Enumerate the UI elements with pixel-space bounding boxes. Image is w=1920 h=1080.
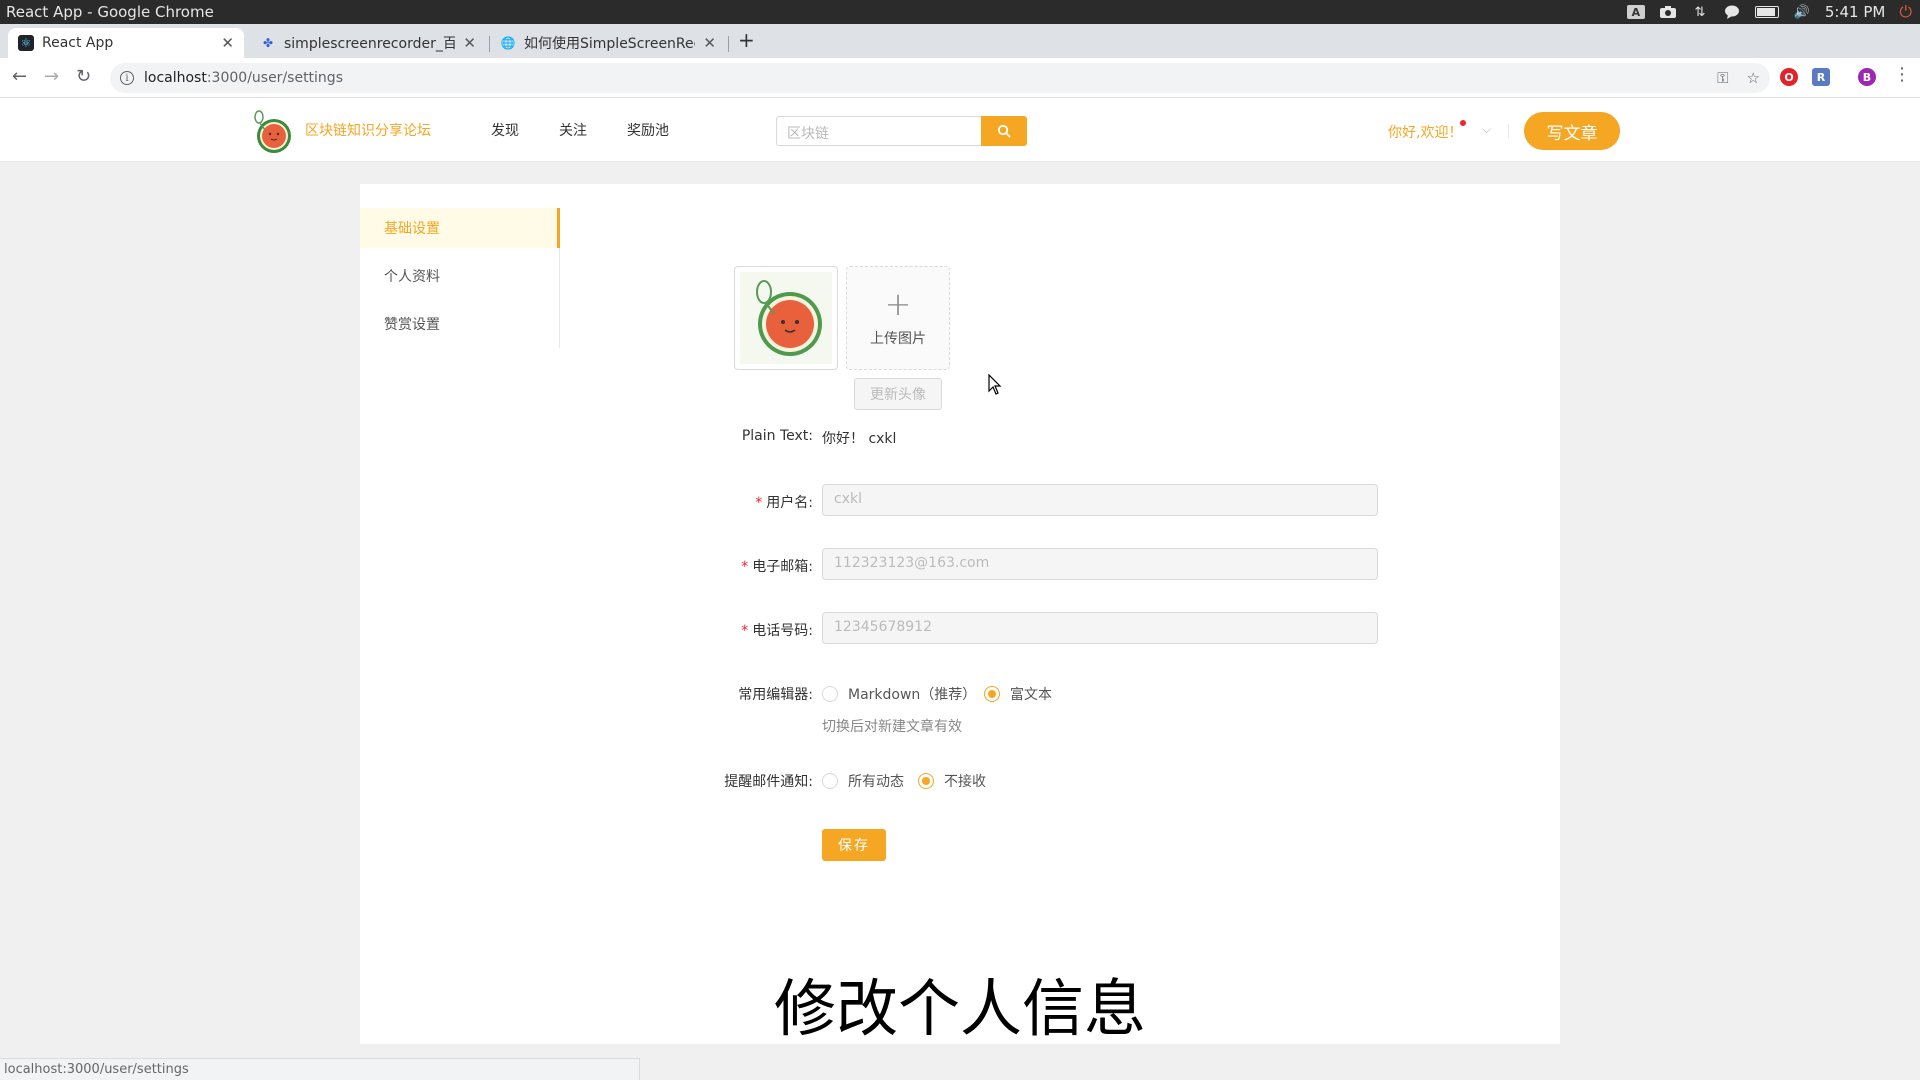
baidu-favicon-icon: ✤ xyxy=(262,36,274,50)
window-title: React App - Google Chrome xyxy=(6,3,214,21)
mouse-cursor-icon xyxy=(988,374,1002,395)
back-arrow-icon[interactable]: ← xyxy=(12,68,27,86)
upload-image-button[interactable]: + 上传图片 xyxy=(846,266,950,370)
header-divider xyxy=(1508,124,1509,138)
sidebar-item-profile[interactable]: 个人资料 xyxy=(360,256,560,296)
user-greeting[interactable]: 你好,欢迎！ xyxy=(1388,122,1462,142)
sidebar-item-basic-settings[interactable]: 基础设置 xyxy=(360,208,560,248)
close-icon[interactable]: ✕ xyxy=(703,34,716,52)
chevron-down-icon[interactable]: ⌵ xyxy=(1482,122,1491,137)
address-bar[interactable]: i localhost:3000/user/settings ⚿ ☆ xyxy=(110,63,1770,93)
info-icon[interactable]: i xyxy=(120,71,134,85)
radio-label: Markdown（推荐） xyxy=(848,687,977,703)
phone-field[interactable]: 12345678912 xyxy=(822,612,1378,644)
editor-radio-markdown[interactable]: Markdown（推荐） xyxy=(822,684,976,704)
notify-radio-all[interactable]: 所有动态 xyxy=(822,771,904,791)
username-label: * 用户名: xyxy=(755,495,813,511)
opera-extension-icon[interactable]: O xyxy=(1780,68,1798,86)
system-tray: A ⇅ 🔊 5:41 PM ⏻ xyxy=(1626,0,1912,24)
tab-title: simplescreenrecorder_百度 xyxy=(284,36,456,52)
reload-icon[interactable]: ↻ xyxy=(76,68,91,86)
browser-status-bar: localhost:3000/user/settings xyxy=(0,1058,640,1080)
power-icon[interactable]: ⏻ xyxy=(1899,2,1912,22)
camera-icon[interactable] xyxy=(1659,5,1677,19)
avatar[interactable] xyxy=(734,266,838,370)
site-name[interactable]: 区块链知识分享论坛 xyxy=(305,120,431,140)
profile-avatar[interactable]: B xyxy=(1858,68,1876,86)
settings-card: 基础设置 个人资料 赞赏设置 + 上传图片 更新头像 Plain Text: 你… xyxy=(360,184,1560,1044)
radio-icon xyxy=(822,773,838,789)
keyboard-layout-icon[interactable]: A xyxy=(1626,5,1645,19)
search-icon xyxy=(997,124,1011,138)
volume-icon[interactable]: 🔊 xyxy=(1793,5,1811,20)
react-favicon-icon: ⚛ xyxy=(18,35,34,51)
key-icon[interactable]: ⚿ xyxy=(1717,69,1728,87)
radio-icon xyxy=(822,686,838,702)
plain-text-label: Plain Text: xyxy=(741,428,813,444)
radio-selected-icon xyxy=(918,773,934,789)
editor-radio-richtext[interactable]: 富文本 xyxy=(984,684,1052,704)
radio-label: 不接收 xyxy=(944,774,986,790)
notify-radio-none[interactable]: 不接收 xyxy=(918,771,986,791)
site-logo[interactable] xyxy=(248,108,296,156)
save-button[interactable]: 保存 xyxy=(822,829,886,861)
forward-arrow-icon[interactable]: → xyxy=(44,68,59,86)
omnibox-actions: ⚿ ☆ xyxy=(1717,69,1760,87)
write-article-button[interactable]: 写文章 xyxy=(1524,112,1620,150)
sidebar-item-reward-settings[interactable]: 赞赏设置 xyxy=(360,304,560,344)
browser-toolbar: ← → ↻ i localhost:3000/user/settings ⚿ ☆… xyxy=(0,58,1920,98)
new-tab-button[interactable]: + xyxy=(738,30,755,50)
tab-title: React App xyxy=(42,35,114,51)
site-header: 区块链知识分享论坛 发现 关注 奖励池 区块链 你好,欢迎！ ⌵ 写文章 xyxy=(0,98,1920,162)
settings-sidebar: 基础设置 个人资料 赞赏设置 xyxy=(360,208,560,348)
tab-title: 如何使用SimpleScreenRec xyxy=(524,36,696,52)
upload-label: 上传图片 xyxy=(870,331,926,347)
notify-label: 提醒邮件通知: xyxy=(724,774,813,790)
nav-follow[interactable]: 关注 xyxy=(559,120,587,140)
chat-icon[interactable] xyxy=(1723,5,1741,19)
nav-discover[interactable]: 发现 xyxy=(491,120,519,140)
tab-separator xyxy=(728,36,729,52)
star-icon[interactable]: ☆ xyxy=(1747,69,1760,87)
radio-label: 富文本 xyxy=(1010,687,1052,703)
update-avatar-button[interactable]: 更新头像 xyxy=(854,378,942,410)
email-field[interactable]: 112323123@163.com xyxy=(822,548,1378,580)
nav-reward-pool[interactable]: 奖励池 xyxy=(627,120,669,140)
clock[interactable]: 5:41 PM xyxy=(1825,3,1885,21)
editor-help-text: 切换后对新建文章有效 xyxy=(822,719,962,735)
more-menu-icon[interactable]: ⋮ xyxy=(1893,66,1911,84)
email-label: * 电子邮箱: xyxy=(741,559,813,575)
tab-baidu[interactable]: ✤ simplescreenrecorder_百度 ✕ xyxy=(250,28,486,58)
os-top-bar: React App - Google Chrome A ⇅ 🔊 5:41 PM … xyxy=(0,0,1920,24)
battery-icon[interactable] xyxy=(1754,6,1779,18)
page-viewport: 区块链知识分享论坛 发现 关注 奖励池 区块链 你好,欢迎！ ⌵ 写文章 基础设… xyxy=(0,98,1920,1080)
tab-how-to[interactable]: 🌐 如何使用SimpleScreenRec ✕ xyxy=(490,28,726,58)
tab-strip: ⚛ React App ✕ ✤ simplescreenrecorder_百度 … xyxy=(0,24,1920,58)
video-caption: 修改个人信息 xyxy=(773,972,1146,1045)
search-input[interactable]: 区块链 xyxy=(776,116,981,146)
network-transfer-icon[interactable]: ⇅ xyxy=(1691,5,1709,20)
close-icon[interactable]: ✕ xyxy=(221,34,234,52)
editor-label: 常用编辑器: xyxy=(738,687,813,703)
radio-label: 所有动态 xyxy=(848,774,904,790)
plus-icon: + xyxy=(884,285,912,323)
notification-dot xyxy=(1460,120,1466,126)
url-host: localhost xyxy=(144,70,207,86)
r-extension-icon[interactable]: R xyxy=(1812,68,1830,86)
search-button[interactable] xyxy=(981,116,1027,146)
plain-text-value: 你好！ cxkl xyxy=(822,431,897,447)
tab-react-app[interactable]: ⚛ React App ✕ xyxy=(8,28,244,58)
phone-label: * 电话号码: xyxy=(741,623,813,639)
url-path: :3000/user/settings xyxy=(206,70,343,86)
globe-favicon-icon: 🌐 xyxy=(500,36,516,50)
username-field[interactable]: cxkl xyxy=(822,484,1378,516)
radio-selected-icon xyxy=(984,686,1000,702)
close-icon[interactable]: ✕ xyxy=(463,34,476,52)
